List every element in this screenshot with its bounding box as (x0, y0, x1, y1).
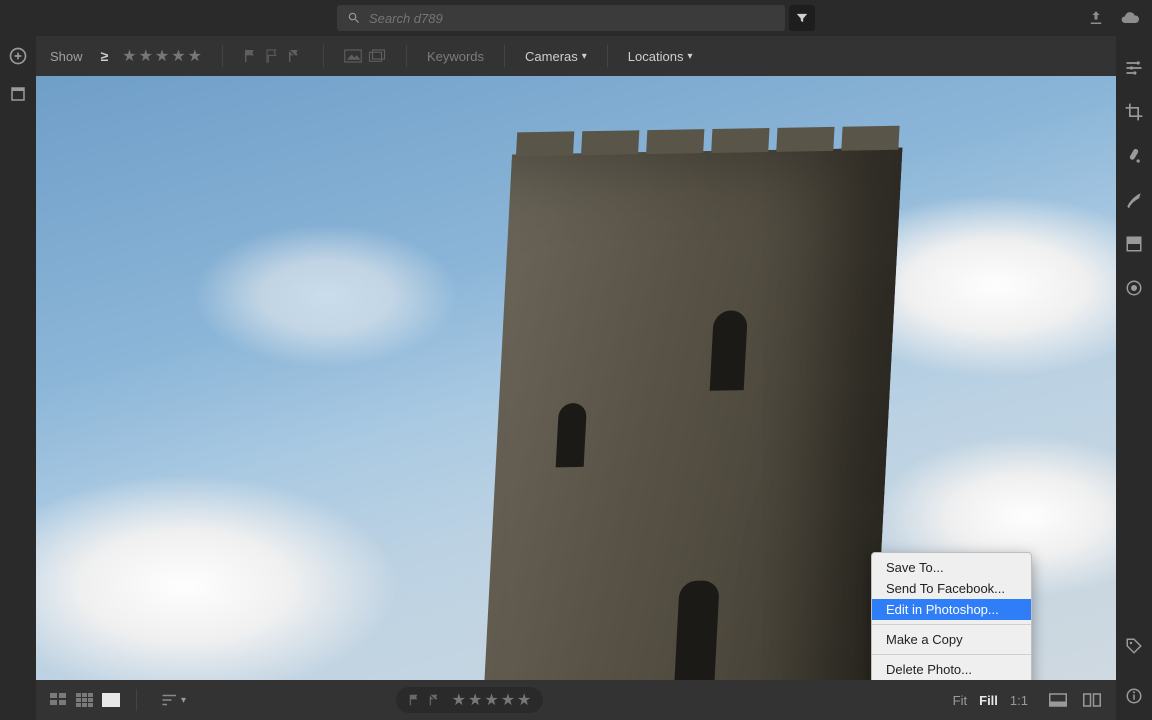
search-field[interactable] (337, 5, 785, 31)
pill-star-1[interactable]: ★ (452, 690, 466, 710)
keywords-dropdown[interactable]: Keywords (427, 49, 484, 64)
zoom-fill[interactable]: Fill (979, 693, 998, 708)
titlebar (0, 0, 1152, 36)
view-type-group (344, 49, 386, 63)
rating-gte-toggle[interactable]: ≥ (101, 48, 109, 64)
star-5[interactable]: ★ (188, 46, 202, 66)
rating-pill: ★ ★ ★ ★ ★ (396, 687, 544, 713)
divider (406, 45, 407, 67)
tag-icon[interactable] (1124, 636, 1144, 656)
left-rail (0, 36, 36, 720)
divider (607, 45, 608, 67)
brush-icon[interactable] (1124, 190, 1144, 210)
star-1[interactable]: ★ (122, 46, 136, 66)
right-rail (1116, 36, 1152, 720)
photo-viewer[interactable]: Save To... Send To Facebook... Edit in P… (36, 76, 1116, 680)
ctx-edit-in-photoshop[interactable]: Edit in Photoshop... (872, 599, 1031, 620)
divider (504, 45, 505, 67)
pill-star-5[interactable]: ★ (517, 690, 531, 710)
bottom-bar: ▾ ★ ★ ★ ★ ★ Fit (36, 680, 1116, 720)
app-root: Show ≥ ★ ★ ★ ★ ★ (0, 0, 1152, 720)
flag-reject-icon[interactable] (287, 48, 303, 64)
ctx-delete-photo[interactable]: Delete Photo... (872, 659, 1031, 680)
view-mode-group (50, 693, 120, 707)
ctx-separator (872, 624, 1031, 625)
show-label: Show (50, 49, 83, 64)
cloud-sync-icon[interactable] (1120, 8, 1140, 28)
edit-sliders-icon[interactable] (1124, 58, 1144, 78)
zoom-group: Fit Fill 1:1 (953, 693, 1028, 708)
compare-toggle-icon[interactable] (1082, 690, 1102, 710)
locations-dropdown[interactable]: Locations▾ (628, 49, 693, 64)
pill-rating-stars[interactable]: ★ ★ ★ ★ ★ (452, 690, 532, 710)
flag-pick-icon[interactable] (243, 48, 259, 64)
ctx-send-facebook[interactable]: Send To Facebook... (872, 578, 1031, 599)
pill-flag-reject-icon[interactable] (428, 693, 442, 707)
sort-button[interactable]: ▾ (161, 693, 186, 707)
filmstrip-toggle-icon[interactable] (1048, 690, 1068, 710)
grid-large-icon[interactable] (76, 693, 94, 707)
add-photos-icon[interactable] (8, 46, 28, 66)
chevron-down-icon: ▾ (181, 695, 186, 706)
titlebar-right-icons (1086, 0, 1140, 36)
ctx-separator (872, 654, 1031, 655)
chevron-down-icon: ▾ (582, 51, 587, 62)
pill-star-3[interactable]: ★ (484, 690, 498, 710)
rating-stars[interactable]: ★ ★ ★ ★ ★ (122, 46, 202, 66)
photo-subject (480, 148, 903, 680)
star-2[interactable]: ★ (139, 46, 153, 66)
divider (323, 45, 324, 67)
my-photos-icon[interactable] (8, 84, 28, 104)
stack-mode-icon[interactable] (368, 49, 386, 63)
body-row: Show ≥ ★ ★ ★ ★ ★ (0, 36, 1152, 720)
ctx-save-to[interactable]: Save To... (872, 557, 1031, 578)
pill-star-4[interactable]: ★ (501, 690, 515, 710)
share-icon[interactable] (1086, 8, 1106, 28)
ctx-make-copy[interactable]: Make a Copy (872, 629, 1031, 650)
search-filter-button[interactable] (789, 5, 815, 31)
healing-brush-icon[interactable] (1124, 146, 1144, 166)
picture-mode-icon[interactable] (344, 49, 362, 63)
radial-gradient-icon[interactable] (1124, 278, 1144, 298)
flag-unflag-icon[interactable] (265, 48, 281, 64)
divider (222, 45, 223, 67)
pill-flag-pick-icon[interactable] (408, 693, 422, 707)
single-view-icon[interactable] (102, 693, 120, 707)
bottom-icons (1048, 690, 1102, 710)
filter-bar: Show ≥ ★ ★ ★ ★ ★ (36, 36, 1116, 76)
star-3[interactable]: ★ (155, 46, 169, 66)
search-icon (347, 11, 361, 25)
star-4[interactable]: ★ (171, 46, 185, 66)
pill-star-2[interactable]: ★ (468, 690, 482, 710)
chevron-down-icon: ▾ (687, 51, 692, 62)
crop-icon[interactable] (1124, 102, 1144, 122)
zoom-1to1[interactable]: 1:1 (1010, 693, 1028, 708)
cameras-dropdown[interactable]: Cameras▾ (525, 49, 587, 64)
linear-gradient-icon[interactable] (1124, 234, 1144, 254)
info-icon[interactable] (1124, 686, 1144, 706)
center-column: Show ≥ ★ ★ ★ ★ ★ (36, 36, 1116, 720)
grid-small-icon[interactable] (50, 693, 68, 707)
zoom-fit[interactable]: Fit (953, 693, 967, 708)
context-menu: Save To... Send To Facebook... Edit in P… (871, 552, 1032, 680)
flag-filter-group (243, 48, 303, 64)
divider (136, 689, 137, 711)
search-input[interactable] (369, 11, 775, 26)
